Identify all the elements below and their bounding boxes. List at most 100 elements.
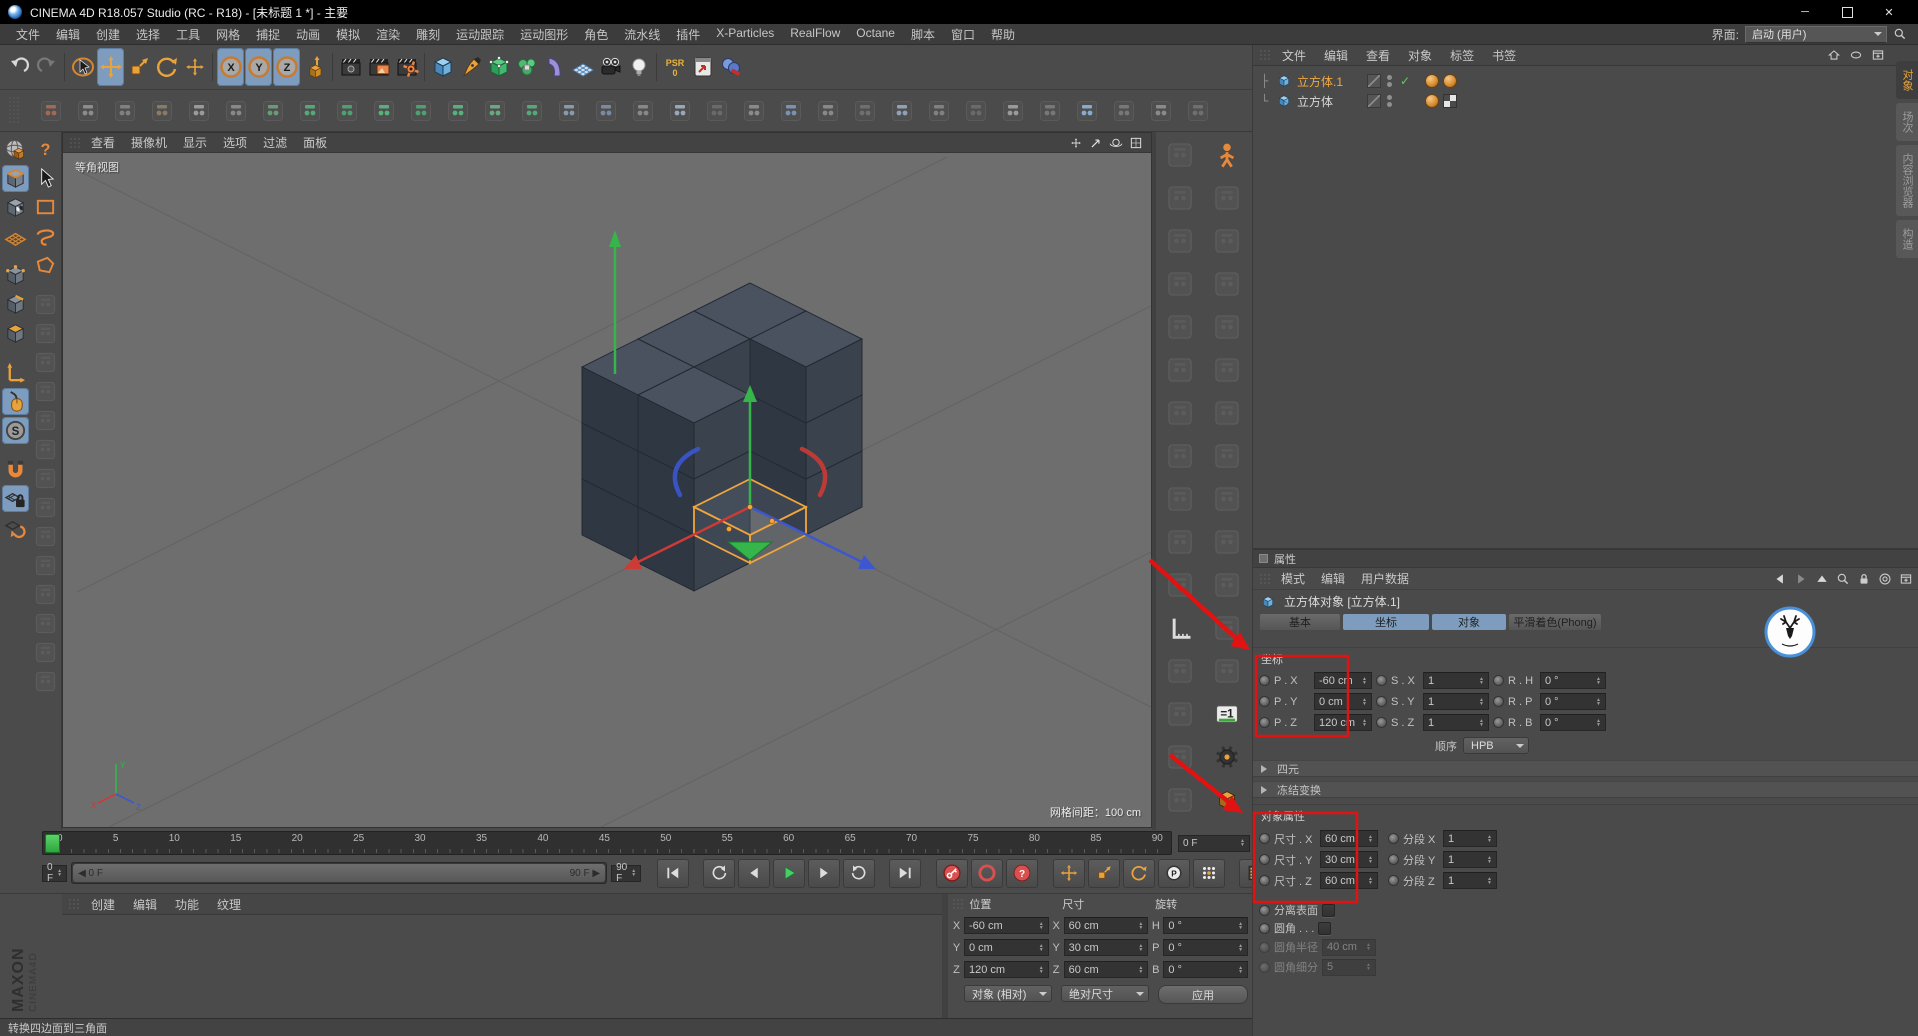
menu-item[interactable]: 编辑	[48, 26, 88, 43]
minimize-button[interactable]: ─	[1784, 1, 1826, 23]
frame-back-icon[interactable]	[738, 859, 770, 888]
interface-select[interactable]: 启动 (用户)	[1745, 26, 1887, 43]
mini-cube-orange-icon[interactable]	[1205, 780, 1249, 820]
search-icon[interactable]	[1834, 571, 1851, 586]
object-name[interactable]: 立方体	[1297, 93, 1363, 110]
frame-forward-icon[interactable]	[808, 859, 840, 888]
filter-icon[interactable]	[1847, 48, 1864, 63]
separate-surfaces-checkbox[interactable]	[1322, 904, 1335, 917]
blank-icon[interactable]	[32, 523, 59, 550]
primitive-cube-icon[interactable]	[429, 48, 456, 86]
modeling-command-icon[interactable]	[366, 93, 402, 129]
menu-item[interactable]: 工具	[168, 26, 208, 43]
apply-button[interactable]: 应用	[1158, 985, 1248, 1004]
range-start-field[interactable]: 0 F▲▼	[42, 865, 67, 882]
keyframe-radio[interactable]	[1259, 854, 1270, 865]
menu-item[interactable]: 模拟	[328, 26, 368, 43]
segments-z-field[interactable]: 1▲▼	[1443, 872, 1497, 889]
keyframe-radio[interactable]	[1259, 833, 1270, 844]
scale-x-field[interactable]: 1▲▼	[1423, 672, 1489, 689]
edges-mode-icon[interactable]	[2, 291, 29, 318]
l-ruler-icon[interactable]	[1158, 608, 1202, 648]
menu-item[interactable]: 网格	[208, 26, 248, 43]
select-cursor-icon[interactable]	[32, 165, 59, 192]
size-mode-dropdown[interactable]: 绝对尺寸	[1061, 985, 1149, 1002]
modeling-command-icon[interactable]	[144, 93, 180, 129]
kf-parameter-icon[interactable]: P	[1158, 859, 1190, 888]
size-y-field[interactable]: 30 cm▲▼	[1064, 939, 1149, 956]
keyframe-radio[interactable]	[1259, 696, 1270, 707]
keyframe-radio[interactable]	[1259, 875, 1270, 886]
rotation-p-field[interactable]: 0 °▲▼	[1540, 693, 1606, 710]
keyframe-radio[interactable]	[1388, 854, 1399, 865]
phong-tag-icon[interactable]	[1425, 74, 1439, 88]
modeling-command-icon[interactable]	[699, 93, 735, 129]
modeling-command-icon[interactable]	[921, 93, 957, 129]
blank-icon[interactable]	[32, 494, 59, 521]
play-icon[interactable]	[773, 859, 805, 888]
blank-icon[interactable]	[1158, 780, 1202, 820]
play-backward-icon[interactable]	[703, 859, 735, 888]
forward-icon[interactable]	[1792, 571, 1809, 586]
tab-basic[interactable]: 基本	[1260, 614, 1340, 630]
phong-tag-icon[interactable]	[1425, 94, 1439, 108]
viewport-grip[interactable]	[69, 137, 81, 149]
position-z-field[interactable]: 120 cm▲▼	[964, 961, 1049, 978]
blank-icon[interactable]	[32, 291, 59, 318]
home-icon[interactable]	[1825, 48, 1842, 63]
size-z-field[interactable]: 60 cm▲▼	[1064, 961, 1149, 978]
new-panel-icon[interactable]	[1897, 571, 1914, 586]
keyframe-radio[interactable]	[1493, 675, 1504, 686]
blank-icon[interactable]	[32, 378, 59, 405]
modeling-command-icon[interactable]	[810, 93, 846, 129]
size-x-field[interactable]: 60 cm▲▼	[1064, 917, 1149, 934]
rotation-b-field[interactable]: 0 °▲▼	[1163, 961, 1248, 978]
blank-icon[interactable]	[1205, 221, 1249, 261]
modeling-command-icon[interactable]	[1180, 93, 1216, 129]
blank-icon[interactable]	[32, 581, 59, 608]
modeling-command-icon[interactable]	[329, 93, 365, 129]
menu-item[interactable]: Octane	[848, 26, 903, 43]
goto-start-icon[interactable]	[657, 859, 689, 888]
rect-select-icon[interactable]	[32, 194, 59, 221]
section-quaternion[interactable]: 四元	[1253, 760, 1918, 777]
texture-mode-icon[interactable]	[2, 194, 29, 221]
blank-icon[interactable]	[32, 349, 59, 376]
rotation-b-field[interactable]: 0 °▲▼	[1540, 714, 1606, 731]
menu-item[interactable]: 渲染	[368, 26, 408, 43]
menu-item[interactable]: 捕捉	[248, 26, 288, 43]
modeling-command-icon[interactable]	[70, 93, 106, 129]
toolbar-grip[interactable]	[0, 90, 30, 132]
viewport-menu-item[interactable]: 选项	[215, 134, 255, 151]
blank-icon[interactable]	[1205, 350, 1249, 390]
menu-item[interactable]: 流水线	[616, 26, 668, 43]
psr-icon[interactable]: PSR0	[661, 48, 688, 86]
coordinate-mode-dropdown[interactable]: 对象 (相对)	[964, 985, 1052, 1002]
viewport-menu-item[interactable]: 查看	[83, 134, 123, 151]
position-y-field[interactable]: 0 cm▲▼	[964, 939, 1049, 956]
material-menu-item[interactable]: 编辑	[124, 896, 166, 913]
blank-icon[interactable]	[1205, 393, 1249, 433]
modeling-command-icon[interactable]	[662, 93, 698, 129]
object-menu-item[interactable]: 查看	[1357, 47, 1399, 64]
autokey-icon[interactable]	[971, 859, 1003, 888]
menu-item[interactable]: 窗口	[943, 26, 983, 43]
blank-icon[interactable]	[32, 320, 59, 347]
object-menu-item[interactable]: 书签	[1483, 47, 1525, 64]
menu-item[interactable]: 运动跟踪	[448, 26, 512, 43]
menu-item[interactable]: RealFlow	[782, 26, 848, 43]
blank-icon[interactable]	[1158, 393, 1202, 433]
menu-item[interactable]: 运动图形	[512, 26, 576, 43]
modeling-command-icon[interactable]	[847, 93, 883, 129]
texture-tag-icon[interactable]	[1443, 94, 1457, 108]
attribute-menu-item[interactable]: 用户数据	[1353, 570, 1417, 587]
lock-workplane-icon[interactable]	[2, 485, 29, 512]
search-icon[interactable]	[1893, 27, 1910, 42]
blank-icon[interactable]	[1158, 135, 1202, 175]
modeling-command-icon[interactable]	[1106, 93, 1142, 129]
camera-icon[interactable]	[597, 48, 624, 86]
polygons-mode-icon[interactable]	[2, 320, 29, 347]
blank-icon[interactable]	[1205, 264, 1249, 304]
blank-icon[interactable]	[1158, 651, 1202, 691]
dolly-view-icon[interactable]	[1087, 135, 1105, 150]
